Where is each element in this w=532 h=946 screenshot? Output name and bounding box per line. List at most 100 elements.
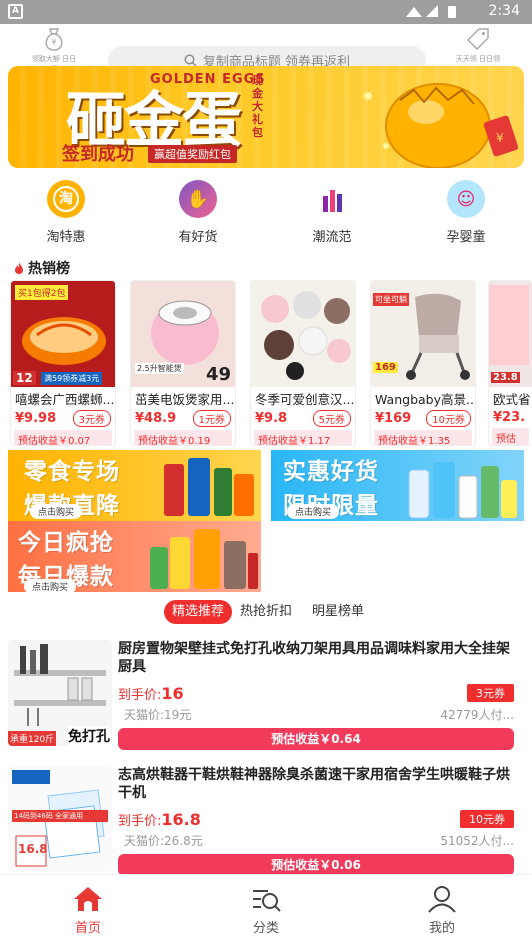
product-price: ¥9.98: [15, 411, 57, 426]
category-label: 潮流范: [312, 230, 352, 245]
mother-baby-icon: ☺: [447, 180, 485, 218]
category-chao-liu-fan[interactable]: 潮流范: [292, 180, 372, 245]
bottom-navigation: 首页 分类 我的: [0, 874, 532, 946]
estimated-earning-button[interactable]: 预估收益￥0.06: [118, 854, 514, 874]
estimated-earning-button[interactable]: 预估收益￥0.64: [118, 728, 514, 750]
thumb-badge-2: 免打孔: [68, 726, 110, 746]
product-image: 23.8: [489, 281, 532, 387]
money-bag-icon: ¥: [45, 28, 63, 51]
product-image: 买1包得2包 12 满59领券减3元: [11, 281, 115, 387]
nav-category[interactable]: 分类: [226, 885, 306, 936]
product-image: [251, 281, 355, 387]
estimated-earning: 预估收益￥0.19: [134, 430, 232, 445]
item-sold-count: 51052人付...: [440, 834, 514, 848]
snacks-image: [164, 458, 254, 516]
coupon-badge: 1元券: [192, 410, 231, 427]
product-name: 欧式省: [493, 392, 531, 407]
category-tao-te-hui[interactable]: 淘 淘特惠: [26, 180, 106, 245]
product-image: 2.5升智能煲 49: [131, 281, 235, 387]
nav-profile[interactable]: 我的: [402, 885, 482, 936]
thumb-badge: 14码到46码 全家通用: [12, 810, 108, 822]
hot-list-label: 热销榜: [28, 261, 70, 277]
item-thumbnail: 14码到46码 全家通用 16.8: [8, 766, 112, 872]
item-title: 厨房置物架壁挂式免打孔收纳刀架用具用品调味料家用大全挂架厨具: [118, 641, 510, 675]
banner-subtitle: 签到成功: [62, 144, 134, 165]
hot-product-card[interactable]: 2.5升智能煲 49 茁美电饭煲家用... ¥48.9 1元券 预估收益￥0.19: [130, 280, 236, 446]
product-price: ¥23.: [493, 410, 526, 425]
user-icon: [428, 886, 456, 913]
promo-buy-button[interactable]: 点击购买: [24, 579, 77, 592]
nav-home[interactable]: 首页: [48, 885, 128, 936]
nav-label: 首页: [74, 921, 101, 936]
product-price: ¥48.9: [135, 411, 177, 426]
promo-line-1: 今日疯抢: [18, 530, 114, 556]
list-item[interactable]: 14码到46码 全家通用 16.8 志高烘鞋器干鞋烘鞋神器除臭杀菌速干家用宿舍学…: [0, 766, 532, 874]
tag-icon: [466, 28, 489, 51]
promo-buy-button[interactable]: 点击购买: [30, 504, 83, 519]
item-price: 到手价:16.8: [118, 810, 201, 829]
list-item[interactable]: 承重120斤 免打孔 厨房置物架壁挂式免打孔收纳刀架用具用品调味料家用大全挂架厨…: [0, 640, 532, 764]
hot-product-card[interactable]: 23.8 欧式省 ¥23. 预估: [488, 280, 532, 446]
tab-hot-discount[interactable]: 热抢折扣: [240, 600, 292, 624]
banner-title-en: GOLDEN EGGS: [150, 72, 266, 87]
golden-egg-image: ¥: [364, 83, 519, 168]
nav-label: 分类: [252, 921, 279, 936]
coupon-badge: 3元券: [72, 410, 111, 427]
signal-wifi-battery-icon: [406, 5, 456, 18]
hot-list-title: 热销榜: [14, 258, 70, 278]
tab-star-ranking[interactable]: 明星榜单: [312, 600, 364, 624]
product-image: 可坐可躺 169: [371, 281, 475, 387]
app-notification-icon: A: [8, 4, 23, 19]
feed-tabs: 精选推荐 热抢折扣 明星榜单: [0, 600, 532, 626]
groceries-image: [150, 529, 258, 589]
clock: 2:34: [488, 3, 520, 19]
category-search-icon: [253, 890, 281, 912]
banner-subtitle-2: 赢超值奖励红包: [148, 145, 237, 163]
tag-caption: 天天领 日日领: [455, 55, 501, 63]
product-name: 嘻螺会广西螺蛳...: [15, 392, 115, 407]
coupon-badge: 5元券: [312, 410, 351, 427]
tab-featured[interactable]: 精选推荐: [164, 600, 233, 624]
search-icon: [184, 53, 197, 66]
coupon-badge: 3元券: [467, 684, 514, 702]
product-name: 茁美电饭煲家用...: [135, 392, 235, 407]
status-bar: A 2:34: [0, 0, 532, 24]
product-price: ¥169: [375, 411, 412, 426]
category-yun-ying-tong[interactable]: ☺ 孕婴童: [426, 180, 506, 245]
estimated-earning: 预估收益￥0.07: [14, 430, 112, 445]
svg-text:¥: ¥: [51, 38, 56, 47]
promo-banner[interactable]: 砸金蛋 GOLDEN EGGS 现金大礼包 签到成功 赢超值奖励红包 ¥: [8, 66, 524, 168]
estimated-earning: 预估收益￥1.17: [254, 430, 352, 445]
tag-button[interactable]: 天天领 日日领: [454, 26, 502, 64]
item-original-price: 天猫价:19元: [124, 708, 192, 722]
thumb-badge-2: 16.8: [18, 842, 48, 856]
item-sold-count: 42779人付...: [440, 708, 514, 722]
product-price: ¥9.8: [255, 411, 288, 426]
thumb-badge: 承重120斤: [8, 731, 57, 746]
promo-deals[interactable]: 实惠好货 限时限量 点击购买: [271, 450, 524, 521]
item-title: 志高烘鞋器干鞋烘鞋神器除臭杀菌速干家用宿舍学生哄暖鞋子烘干机: [118, 767, 510, 801]
cosmetics-icon: [313, 180, 351, 218]
item-original-price: 天猫价:26.8元: [124, 834, 203, 848]
item-thumbnail: 承重120斤 免打孔: [8, 640, 112, 746]
coupon-badge: 10元券: [460, 810, 514, 828]
category-label: 孕婴童: [446, 230, 486, 245]
coupon-badge: 10元券: [426, 410, 471, 427]
category-label: 淘特惠: [46, 230, 86, 245]
nav-label: 我的: [428, 921, 455, 936]
fire-icon: [15, 262, 23, 274]
promo-flash-sale[interactable]: 今日疯抢 每日爆款 点击购买: [8, 521, 261, 592]
promo-line-1: 零食专场: [24, 459, 120, 485]
estimated-earning: 预估: [492, 428, 529, 445]
category-you-hao-huo[interactable]: ✋ 有好货: [158, 180, 238, 245]
top-bar: ¥ 领取大额 日日领 复制商品标题 领券再返利 天天领 日日领: [0, 24, 532, 74]
hot-product-card[interactable]: 冬季可爱创意汉... ¥9.8 5元券 预估收益￥1.17: [250, 280, 356, 446]
category-label: 有好货: [178, 230, 218, 245]
product-name: Wangbaby高景...: [375, 392, 475, 407]
promo-snacks[interactable]: 零食专场 爆款直降 点击购买: [8, 450, 261, 521]
promo-line-1: 实惠好货: [283, 459, 379, 485]
promo-buy-button[interactable]: 点击购买: [287, 504, 340, 519]
hot-product-card[interactable]: 可坐可躺 169 Wangbaby高景... ¥169 10元券 预估收益￥1.3…: [370, 280, 476, 446]
product-name: 冬季可爱创意汉...: [255, 392, 355, 407]
hot-product-card[interactable]: 买1包得2包 12 满59领券减3元 嘻螺会广西螺蛳... ¥9.98 3元券 预…: [10, 280, 116, 446]
